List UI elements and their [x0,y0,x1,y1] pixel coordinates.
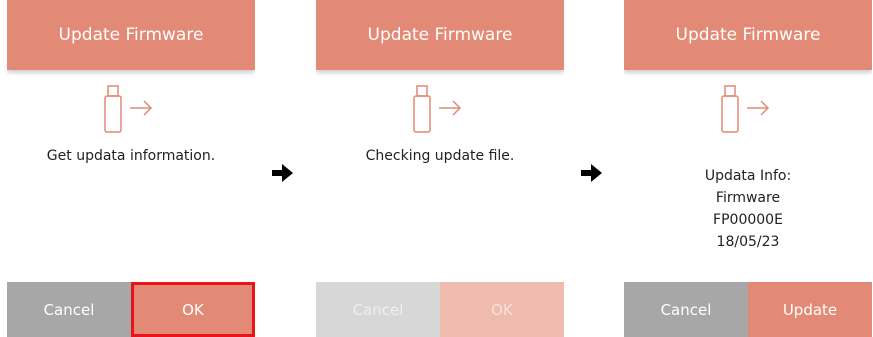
cancel-button[interactable]: Cancel [316,282,440,337]
update-button[interactable]: Update [748,282,872,337]
right-arrow-icon [272,164,293,182]
info-version: FP00000E [713,212,783,228]
right-arrow-icon [581,164,602,182]
info-date: 18/05/23 [716,234,780,250]
info-type: Firmware [715,190,781,206]
cancel-button[interactable]: Cancel [7,282,131,337]
firmware-screen-1: Update Firmware Get updata information. … [7,0,255,337]
status-message: Get updata information. [46,148,216,164]
cancel-button[interactable]: Cancel [624,282,748,337]
info-heading: Updata Info: [704,168,792,184]
screen-title: Update Firmware [624,0,872,70]
usb-drive-icon [7,84,255,136]
firmware-screen-3: Update Firmware Updata Info: Firmware FP… [624,0,872,337]
status-message: Checking update file. [365,148,515,164]
button-bar: Cancel OK [7,282,255,337]
usb-drive-icon [624,84,872,136]
ok-button[interactable]: OK [440,282,564,337]
button-bar: Cancel Update [624,282,872,337]
usb-drive-icon [316,84,564,136]
ok-button[interactable]: OK [131,282,255,337]
firmware-screen-2: Update Firmware Checking update file. Ca… [316,0,564,337]
screen-title: Update Firmware [7,0,255,70]
button-bar: Cancel OK [316,282,564,337]
screen-title: Update Firmware [316,0,564,70]
update-info: Updata Info: Firmware FP00000E 18/05/23 [624,165,872,253]
